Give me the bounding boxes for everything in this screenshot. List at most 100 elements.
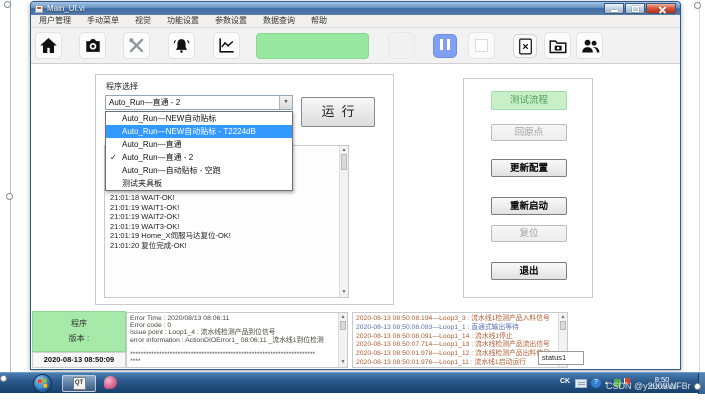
menu-manual[interactable]: 手动菜单: [79, 15, 127, 27]
selection-handle: [694, 383, 701, 390]
program-dropdown-list: Auto_Run—NEW自动贴标 Auto_Run—NEW自动贴标 - T222…: [105, 111, 293, 191]
users-button[interactable]: [576, 32, 603, 59]
minimize-button[interactable]: [604, 3, 624, 14]
home-icon: [40, 37, 57, 54]
error-line: ****: [130, 358, 141, 366]
menu-vision[interactable]: 视觉: [127, 15, 159, 27]
program-version-label-1: 程序: [71, 319, 87, 328]
reset-button[interactable]: 复位: [491, 225, 567, 242]
error-line: Issue point : Loop1_4 : 流水线检测产品到位信号: [130, 329, 276, 337]
chart-icon: [219, 38, 234, 53]
chart-button[interactable]: [213, 32, 240, 59]
scroll-up-icon[interactable]: ▲: [559, 314, 567, 321]
tools-button[interactable]: [123, 32, 150, 59]
dropdown-item-label: Auto_Run—直通: [122, 140, 182, 149]
dropdown-item-highlighted[interactable]: Auto_Run—NEW自动贴标 - T2224dB: [106, 125, 292, 138]
menu-parameter-settings[interactable]: 参数设置: [207, 15, 255, 27]
report-button[interactable]: [513, 34, 537, 58]
event-log-panel[interactable]: 2020-08-13 08:50:08.194—Loop3_3 : 流水线1检测…: [352, 312, 568, 368]
test-flow-button[interactable]: 测试流程: [491, 91, 567, 110]
program-panel: 程序选择 Auto_Run—直通 - 2 ▼ 运行 Auto_Run—NEW自动…: [95, 74, 394, 305]
snapshot-button[interactable]: [544, 32, 571, 59]
exit-button[interactable]: 退出: [491, 262, 567, 280]
side-panel: 测试流程 回原点 更新配置 重新启动 复位 退出: [463, 78, 593, 298]
program-version-label-2: 版本 :: [68, 334, 90, 343]
tools-icon: [129, 38, 144, 53]
help-icon[interactable]: ?: [591, 378, 601, 388]
status-indicator: [256, 33, 369, 59]
home-button[interactable]: [35, 32, 62, 59]
event-log-line: 2020-08-13 08:50:01.978—Loop1_12 : 流水线检测…: [356, 350, 550, 358]
selection-handle: [694, 2, 701, 9]
selection-handle: [0, 375, 7, 382]
title-bar[interactable]: Main_UI.vi: [31, 2, 680, 15]
taskbar-icon-pink[interactable]: [104, 376, 117, 389]
keyboard-icon[interactable]: [575, 379, 587, 388]
dropdown-item[interactable]: Auto_Run—自动贴标 - 空跑: [106, 164, 292, 177]
dropdown-item-checked[interactable]: ✓ Auto_Run—直通 - 2: [106, 151, 292, 164]
event-log-line: 2020-08-13 08:50:01.976—Loop1_11 : 流水线1启…: [356, 358, 526, 366]
window-title: Main_UI.vi: [47, 4, 85, 13]
dropdown-item-label: Auto_Run—NEW自动贴标: [122, 114, 217, 123]
run-button[interactable]: 运行: [301, 97, 375, 127]
program-combobox[interactable]: Auto_Run—直通 - 2 ▼: [105, 95, 293, 110]
scroll-thumb[interactable]: [340, 321, 346, 330]
play-button[interactable]: [388, 32, 415, 59]
scroll-up-icon[interactable]: ▲: [339, 314, 347, 321]
event-log-line: 2020-08-13 08:50:07.714—Loop1_13 : 流水线检测…: [356, 341, 550, 349]
menu-user-management[interactable]: 用户管理: [31, 15, 79, 27]
error-panel[interactable]: Error Time : 2020/08/13 08:06:11 Error c…: [126, 312, 348, 368]
home-position-button[interactable]: 回原点: [491, 124, 567, 141]
selection-guide-right: [699, 0, 700, 393]
scroll-thumb[interactable]: [341, 154, 347, 170]
log-line: 21:01:19 WAIT2-OK!: [110, 212, 180, 221]
event-log-line: 2020-08-13 08:50:08.093—Loop1_1 : 直通式输出等…: [356, 323, 519, 331]
run-log-scrollbar[interactable]: ▲ ▼: [339, 146, 348, 297]
error-scrollbar[interactable]: ▲ ▼: [338, 313, 347, 367]
log-line: 21:01:18 WAIT-OK!: [110, 193, 175, 202]
maximize-button[interactable]: [625, 3, 645, 14]
combobox-value: Auto_Run—直通 - 2: [109, 98, 181, 107]
log-line: 21:01:19 WAIT3-OK!: [110, 221, 180, 231]
version-datetime: 2020-08-13 08:50:09: [32, 352, 126, 368]
qt-app-icon: QT: [72, 377, 86, 390]
error-separator: ****************************************…: [130, 350, 316, 358]
camera-icon: [85, 39, 100, 52]
pause-icon: [438, 37, 452, 55]
error-line: error information : ActionDIOError1_ 08:…: [130, 336, 324, 344]
taskbar: QT CK ? ▲ 8:50 2020/8/13: [0, 372, 705, 394]
menu-help[interactable]: 帮助: [303, 15, 335, 27]
log-line: 21:01:19 WAIT1-OK!: [110, 202, 180, 212]
restart-button[interactable]: 重新启动: [491, 197, 567, 215]
stop-button[interactable]: [468, 32, 495, 59]
program-version-box: 程序 版本 :: [32, 311, 126, 352]
close-button[interactable]: [646, 3, 676, 14]
start-button[interactable]: [33, 374, 52, 393]
log-line: 21:01:19 Home_X伺服马达复位-OK!: [110, 231, 231, 240]
alarm-bell-icon: [173, 39, 190, 53]
update-config-button[interactable]: 更新配置: [491, 159, 567, 177]
language-indicator[interactable]: CK: [560, 378, 570, 385]
dropdown-item[interactable]: Auto_Run—直通: [106, 138, 292, 151]
dropdown-item[interactable]: Auto_Run—NEW自动贴标: [106, 112, 292, 125]
error-line: Error Time : 2020/08/13 08:06:11: [130, 315, 230, 322]
scroll-down-icon[interactable]: ▼: [340, 289, 348, 296]
scroll-down-icon[interactable]: ▼: [339, 359, 347, 366]
menu-function-settings[interactable]: 功能设置: [159, 15, 207, 27]
pause-button[interactable]: [433, 34, 457, 58]
combobox-arrow-button[interactable]: ▼: [279, 96, 292, 109]
desktop: Main_UI.vi 用户管理 手动菜单 视觉 功能设置 参数设置 数据查询 帮…: [0, 0, 705, 400]
taskbar-app-button[interactable]: QT: [62, 375, 96, 392]
stop-icon: [475, 39, 488, 52]
scroll-up-icon[interactable]: ▲: [340, 147, 348, 154]
users-icon: [581, 39, 599, 53]
alarm-button[interactable]: [168, 32, 195, 59]
maximize-icon: [632, 6, 639, 12]
status-tooltip: status1: [538, 351, 584, 365]
dropdown-item[interactable]: 测试夹具板: [106, 177, 292, 190]
menu-data-query[interactable]: 数据查询: [255, 15, 303, 27]
scroll-thumb[interactable]: [560, 321, 566, 330]
watermark: CSDN @y2009WFBr: [606, 381, 691, 391]
camera-button[interactable]: [79, 32, 106, 59]
chevron-down-icon: ▼: [283, 99, 289, 105]
